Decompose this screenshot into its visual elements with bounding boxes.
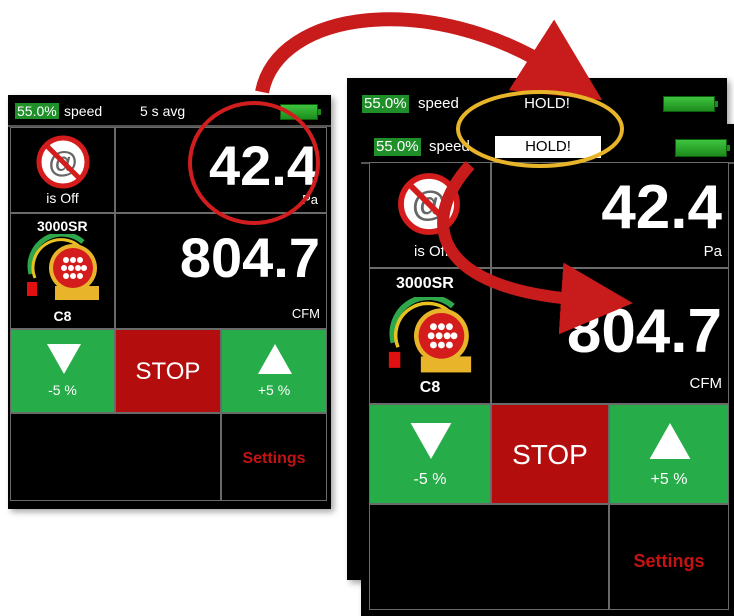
right-battery-icon bbox=[675, 139, 730, 157]
right-arrow-down-icon bbox=[410, 423, 452, 459]
right-wifi-status-cell[interactable]: @ is Off bbox=[369, 162, 491, 268]
right-settings-button[interactable]: Settings bbox=[609, 504, 729, 610]
hold-indicator: HOLD! bbox=[495, 136, 601, 158]
average-label: 5 s avg bbox=[140, 103, 186, 119]
right-device-model-label: 3000SR bbox=[396, 275, 454, 292]
speed-down-label: -5 % bbox=[48, 382, 77, 398]
right-speed-up-button[interactable]: +5 % bbox=[609, 404, 729, 504]
right-speed-percent-badge: 55.0% bbox=[374, 138, 421, 156]
arrow-up-icon bbox=[258, 344, 292, 374]
speed-up-label: +5 % bbox=[257, 382, 291, 398]
pressure-unit: Pa bbox=[302, 192, 318, 207]
right-screen: 55.0% speed HOLD! @ is Off 42.4 Pa 3000S… bbox=[361, 124, 734, 616]
arrow-down-icon bbox=[47, 344, 81, 374]
flow-cell: 804.7 CFM bbox=[115, 213, 327, 329]
fan-ring-icon bbox=[27, 234, 99, 300]
back-top-bar: 55.0% speed HOLD! bbox=[347, 78, 727, 116]
right-speed-up-label: +5 % bbox=[650, 471, 688, 488]
right-flow-value: 804.7 bbox=[566, 297, 722, 366]
battery-icon bbox=[280, 104, 321, 120]
empty-cell bbox=[10, 413, 221, 501]
stop-button[interactable]: STOP bbox=[115, 329, 221, 413]
device-cell: 3000SR C8 bbox=[10, 213, 115, 329]
stop-label: STOP bbox=[135, 358, 201, 385]
right-top-bar: 55.0% speed HOLD! bbox=[361, 124, 734, 164]
right-flow-cell: 804.7 CFM bbox=[491, 268, 729, 404]
back-hold-label: HOLD! bbox=[524, 95, 570, 112]
flow-value: 804.7 bbox=[179, 226, 320, 289]
back-speed-label: speed bbox=[418, 95, 459, 112]
ring-label: C8 bbox=[53, 308, 72, 324]
right-speed-down-button[interactable]: -5 % bbox=[369, 404, 491, 504]
settings-label: Settings bbox=[242, 450, 306, 467]
right-stop-button[interactable]: STOP bbox=[491, 404, 609, 504]
right-fan-ring-icon bbox=[388, 297, 472, 373]
speed-down-button[interactable]: -5 % bbox=[10, 329, 115, 413]
right-arrow-up-icon bbox=[649, 423, 691, 459]
right-settings-label: Settings bbox=[633, 551, 705, 571]
right-no-wifi-icon: @ bbox=[398, 173, 460, 235]
right-pressure-unit: Pa bbox=[703, 243, 722, 260]
right-flow-unit: CFM bbox=[689, 375, 723, 392]
wifi-status-cell[interactable]: @ is Off bbox=[10, 127, 115, 213]
speed-label: speed bbox=[64, 103, 103, 119]
right-pressure-cell: 42.4 Pa bbox=[491, 162, 729, 268]
speed-percent-badge: 55.0% bbox=[15, 103, 59, 119]
right-pressure-value: 42.4 bbox=[601, 173, 722, 242]
no-wifi-icon: @ bbox=[36, 135, 90, 189]
device-model-label: 3000SR bbox=[37, 218, 88, 234]
right-device-cell: 3000SR C8 bbox=[369, 268, 491, 404]
back-speed-percent-badge: 55.0% bbox=[362, 95, 409, 113]
top-bar: 55.0% speed 5 s avg bbox=[8, 95, 331, 127]
right-speed-down-label: -5 % bbox=[413, 471, 447, 488]
right-ring-label: C8 bbox=[419, 379, 441, 396]
settings-button[interactable]: Settings bbox=[221, 413, 327, 501]
back-battery-icon bbox=[663, 96, 718, 112]
right-speed-label: speed bbox=[429, 138, 470, 155]
flow-unit: CFM bbox=[291, 306, 320, 321]
right-empty-cell bbox=[369, 504, 609, 610]
right-stop-label: STOP bbox=[512, 439, 588, 470]
pressure-cell: 42.4 Pa bbox=[115, 127, 327, 213]
wifi-off-label: is Off bbox=[46, 190, 79, 206]
right-wifi-off-label: is Off bbox=[414, 243, 449, 260]
pressure-value: 42.4 bbox=[209, 134, 318, 197]
left-screen: 55.0% speed 5 s avg @ is Off 42.4 Pa 300… bbox=[8, 95, 331, 509]
speed-up-button[interactable]: +5 % bbox=[221, 329, 327, 413]
